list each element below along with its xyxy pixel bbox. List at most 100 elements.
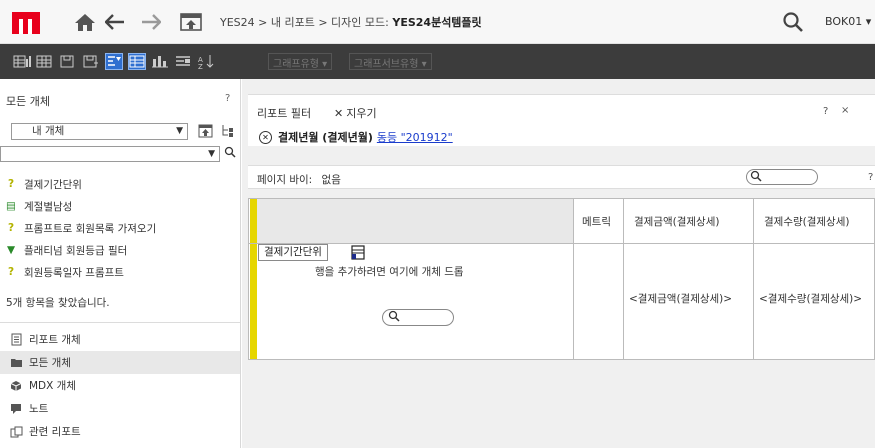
top-navigation-bar: YES24 > 내 리포트 > 디자인 모드: YES24분석템플릿 BOK01…	[0, 0, 875, 44]
nav-notes[interactable]: 노트	[0, 397, 240, 420]
prompt-icon: ?	[7, 266, 15, 278]
graph-type-dropdown[interactable]: 그래프유형 ▾	[268, 53, 333, 70]
filter-attribute: 결제년월 (결제년월)	[278, 131, 373, 144]
folder-icon	[9, 357, 23, 368]
object-item[interactable]: ▤ 계절별남성	[4, 197, 72, 215]
object-search-input[interactable]: ▼	[0, 146, 220, 162]
object-label: 플래티넘 회원등급 필터	[24, 244, 128, 257]
breadcrumb-path[interactable]: YES24 > 내 리포트 > 디자인 모드:	[220, 16, 389, 29]
column-header[interactable]: 결제금액(결제상세)	[634, 214, 719, 229]
help-icon[interactable]: ?	[225, 93, 230, 104]
column-header[interactable]: 결제수량(결제상세)	[764, 214, 849, 229]
report-design-area: 리포트 필터 ✕ 지우기 ? × ✕ 결제년월 (결제년월) 동등 "201912…	[242, 79, 875, 448]
grid-graph-view-icon[interactable]	[13, 53, 31, 70]
report-filter-title: 리포트 필터	[257, 107, 312, 120]
filter-condition-link[interactable]: 동등 "201912"	[377, 129, 453, 145]
metric-cell: <결제수량(결제상세)>	[759, 293, 863, 305]
bar-chart-icon[interactable]	[151, 53, 169, 70]
grid-corner-header	[257, 199, 573, 243]
grid-line	[249, 243, 875, 244]
close-icon: ✕	[334, 107, 344, 120]
nav-label: 관련 리포트	[29, 426, 81, 438]
filter-icon: ▼	[6, 244, 16, 256]
graph-subtype-dropdown[interactable]: 그래프서브유형 ▾	[349, 53, 432, 70]
object-type-value: 내 개체	[32, 125, 65, 137]
nav-all-objects[interactable]: 모든 개체	[0, 351, 240, 374]
notes-icon	[9, 403, 23, 414]
clear-label: 지우기	[346, 107, 377, 120]
filter-expression: ✕ 결제년월 (결제년월) 동등 "201912"	[259, 129, 453, 145]
grid-line	[753, 199, 754, 359]
attribute-icon: ▤	[6, 200, 16, 212]
search-result-count: 5개 항목을 찾았습니다.	[6, 297, 110, 309]
nav-label: 리포트 개체	[29, 334, 81, 346]
search-icon	[388, 310, 400, 325]
attribute-form-icon[interactable]	[351, 245, 365, 263]
sort-icon[interactable]: AZ	[197, 53, 215, 71]
nav-label: 모든 개체	[29, 357, 71, 369]
cube-icon	[9, 380, 23, 392]
report-name: YES24분석템플릿	[392, 15, 482, 29]
grid-line	[623, 199, 624, 359]
nav-label: MDX 개체	[29, 380, 76, 392]
nav-mdx-objects[interactable]: MDX 개체	[0, 374, 240, 397]
object-label: 계절별남성	[24, 200, 73, 213]
help-icon[interactable]: ?	[823, 106, 828, 117]
filter-panel-toggle-icon[interactable]	[105, 53, 123, 70]
metric-cell: <결제금액(결제상세)>	[629, 293, 733, 305]
page-by-value: 없음	[321, 174, 341, 186]
close-icon[interactable]: ×	[841, 105, 849, 116]
nav-related-reports[interactable]: 관련 리포트	[0, 420, 240, 443]
report-grid: 메트릭 결제금액(결제상세) 결제수량(결제상세) 결제기간단위 행을 추가하려…	[248, 198, 875, 360]
help-icon[interactable]: ?	[868, 172, 873, 183]
related-reports-icon	[9, 426, 23, 438]
object-item[interactable]: ? 회원등록일자 프롬프트	[4, 263, 124, 281]
forward-arrow-icon[interactable]	[140, 11, 162, 33]
editor-toolbar: AZ 그래프유형 ▾ 그래프서브유형 ▾	[0, 44, 875, 79]
folder-up-icon[interactable]	[198, 123, 214, 139]
search-icon	[750, 170, 762, 185]
page-by-toggle-icon[interactable]	[128, 53, 146, 70]
chevron-down-icon: ▼	[176, 126, 183, 136]
nav-label: 노트	[29, 403, 49, 415]
search-icon[interactable]	[224, 146, 236, 161]
metrics-header[interactable]: 메트릭	[582, 214, 611, 229]
grid-line	[573, 199, 574, 359]
save-layout-icon[interactable]	[59, 53, 77, 70]
object-type-select[interactable]: 내 개체 ▼	[11, 123, 188, 140]
object-label: 프롬프트로 회원목록 가져오기	[24, 222, 157, 235]
row-attribute-chip[interactable]: 결제기간단위	[258, 244, 328, 261]
nav-report-objects[interactable]: 리포트 개체	[0, 328, 240, 351]
clear-filter-button[interactable]: ✕ 지우기	[334, 105, 377, 121]
object-item[interactable]: ? 결제기간단위	[4, 175, 82, 193]
object-item[interactable]: ▼ 플래티넘 회원등급 필터	[4, 241, 127, 259]
layout-icon[interactable]	[174, 53, 192, 70]
folder-up-icon[interactable]	[180, 11, 202, 33]
drop-hint: 행을 추가하려면 여기에 개체 드롭	[315, 266, 464, 278]
grid-search-input[interactable]	[382, 309, 454, 326]
grid-view-icon[interactable]	[36, 53, 54, 70]
object-item[interactable]: ? 프롬프트로 회원목록 가져오기	[4, 219, 156, 237]
chevron-down-icon: ▼	[208, 149, 215, 159]
object-browser-panel: 모든 개체 ? 내 개체 ▼ ▼ ? 결제기간단위 ▤ 계절별남성 ? 프롬프트…	[0, 79, 241, 448]
home-icon[interactable]	[74, 11, 96, 33]
svg-text:Z: Z	[198, 63, 203, 70]
export-icon[interactable]	[82, 53, 100, 70]
brand-logo[interactable]	[12, 10, 40, 34]
search-icon[interactable]	[782, 11, 804, 36]
user-menu[interactable]: BOK01 ▾	[825, 15, 871, 28]
prompt-icon: ?	[7, 178, 15, 190]
divider	[0, 322, 240, 323]
row-drop-zone[interactable]	[250, 199, 257, 359]
remove-condition-icon[interactable]: ✕	[259, 130, 272, 144]
back-arrow-icon[interactable]	[104, 11, 126, 33]
object-browser-title: 모든 개체	[6, 95, 50, 108]
report-objects-icon	[9, 333, 23, 346]
page-by-search-input[interactable]	[746, 169, 818, 185]
tree-view-icon[interactable]	[220, 123, 236, 139]
page-by-bar: 페이지 바이: 없음 ?	[248, 165, 875, 189]
page-by-title: 페이지 바이:	[257, 174, 313, 186]
breadcrumb: YES24 > 내 리포트 > 디자인 모드: YES24분석템플릿	[220, 14, 482, 30]
object-label: 회원등록일자 프롬프트	[24, 266, 124, 279]
page-by-label: 페이지 바이: 없음	[257, 172, 341, 187]
